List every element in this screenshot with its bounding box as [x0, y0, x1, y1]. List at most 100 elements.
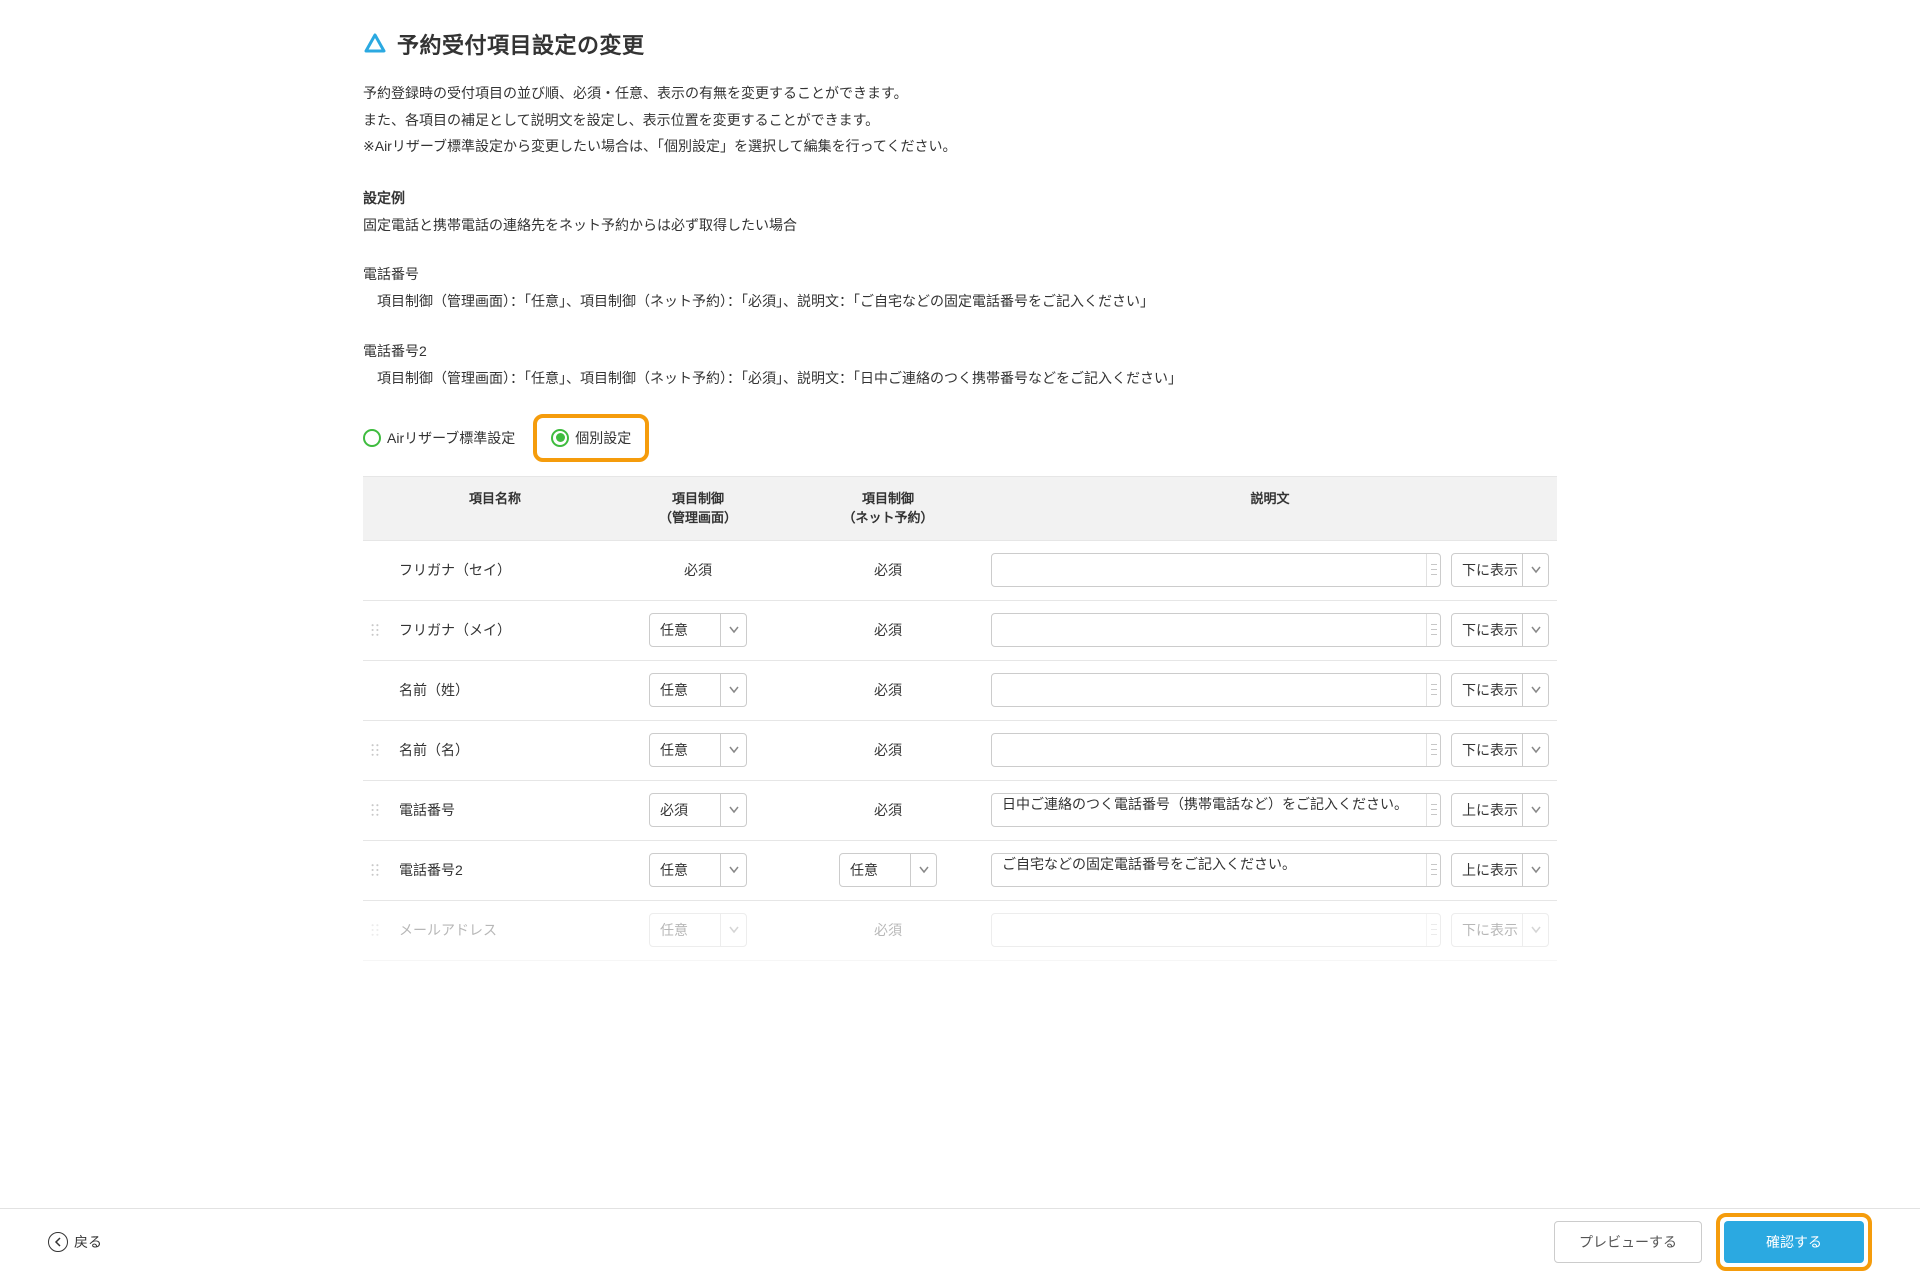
resize-grip-icon[interactable] [1426, 854, 1440, 886]
admin-control: 任意 [603, 613, 793, 647]
field-name: 名前（姓） [387, 680, 603, 700]
chevron-down-icon [910, 854, 936, 886]
drag-handle[interactable] [363, 862, 387, 878]
admin-select[interactable]: 任意 [649, 733, 747, 767]
net-text: 必須 [874, 920, 902, 940]
position-value: 下に表示 [1462, 740, 1518, 760]
drag-handle[interactable] [363, 742, 387, 758]
description-input[interactable] [991, 673, 1441, 707]
description-cell: 下に表示 [983, 613, 1557, 647]
admin-control: 任意 [603, 673, 793, 707]
admin-control: 必須 [603, 793, 793, 827]
admin-select[interactable]: 必須 [649, 793, 747, 827]
chevron-down-icon [1522, 794, 1548, 826]
position-select[interactable]: 上に表示 [1451, 853, 1549, 887]
confirm-button-highlight: 確認する [1716, 1213, 1872, 1271]
table-header: 項目名称 項目制御 （管理画面） 項目制御 （ネット予約） 説明文 [363, 477, 1557, 541]
description-cell: 下に表示 [983, 733, 1557, 767]
description-input[interactable] [991, 913, 1441, 947]
fields-table: 項目名称 項目制御 （管理画面） 項目制御 （ネット予約） 説明文 フリガナ（セ… [363, 476, 1557, 961]
preview-label: プレビューする [1579, 1232, 1677, 1252]
chevron-down-icon [1522, 854, 1548, 886]
description-cell: 下に表示 [983, 913, 1557, 947]
net-text: 必須 [874, 680, 902, 700]
drag-handle[interactable] [363, 622, 387, 638]
description-cell: 下に表示 [983, 553, 1557, 587]
admin-select-value: 必須 [660, 800, 688, 820]
intro-line: ※Airリザーブ標準設定から変更したい場合は、「個別設定」を選択して編集を行って… [363, 133, 1557, 160]
footer-bar: 戻る プレビューする 確認する [0, 1208, 1920, 1274]
admin-select-value: 任意 [660, 740, 688, 760]
back-button[interactable]: 戻る [48, 1232, 102, 1252]
description-input[interactable]: 日中ご連絡のつく電話番号（携帯電話など）をご記入ください。 [991, 793, 1441, 827]
resize-grip-icon[interactable] [1426, 914, 1440, 946]
resize-grip-icon[interactable] [1426, 794, 1440, 826]
field-name: メールアドレス [387, 920, 603, 940]
radio-individual[interactable]: 個別設定 [551, 428, 631, 448]
position-select[interactable]: 下に表示 [1451, 913, 1549, 947]
position-select[interactable]: 下に表示 [1451, 613, 1549, 647]
resize-grip-icon[interactable] [1426, 614, 1440, 646]
resize-grip-icon[interactable] [1426, 674, 1440, 706]
position-value: 上に表示 [1462, 860, 1518, 880]
admin-select[interactable]: 任意 [649, 673, 747, 707]
chevron-down-icon [1522, 554, 1548, 586]
admin-select-value: 任意 [660, 680, 688, 700]
table-row: メールアドレス 任意 必須 下に表示 [363, 901, 1557, 961]
preview-button[interactable]: プレビューする [1554, 1221, 1702, 1263]
drag-handle[interactable] [363, 802, 387, 818]
resize-grip-icon[interactable] [1426, 734, 1440, 766]
admin-control: 任意 [603, 733, 793, 767]
examples-block: 設定例 固定電話と携帯電話の連絡先をネット予約からは必ず取得したい場合 電話番号… [363, 188, 1557, 392]
confirm-button[interactable]: 確認する [1724, 1221, 1864, 1263]
net-control: 必須 [793, 740, 983, 760]
position-select[interactable]: 下に表示 [1451, 673, 1549, 707]
chevron-down-icon [1522, 674, 1548, 706]
th-spacer [363, 477, 387, 540]
radio-standard[interactable]: Airリザーブ標準設定 [363, 428, 515, 448]
description-input[interactable] [991, 733, 1441, 767]
net-control: 必須 [793, 680, 983, 700]
resize-grip-icon[interactable] [1426, 554, 1440, 586]
intro-text: 予約登録時の受付項目の並び順、必須・任意、表示の有無を変更することができます。 … [363, 80, 1557, 160]
chevron-down-icon [720, 914, 746, 946]
chevron-down-icon [720, 794, 746, 826]
table-row: フリガナ（メイ）任意必須下に表示 [363, 601, 1557, 661]
admin-control: 任意 [603, 913, 793, 947]
position-select[interactable]: 下に表示 [1451, 553, 1549, 587]
table-row: フリガナ（セイ） 必須 必須 下に表示 [363, 541, 1557, 601]
admin-select[interactable]: 任意 [649, 853, 747, 887]
table-row: 電話番号2任意任意ご自宅などの固定電話番号をご記入ください。上に表示 [363, 841, 1557, 901]
description-input[interactable] [991, 553, 1441, 587]
position-value: 下に表示 [1462, 920, 1518, 940]
intro-line: また、各項目の補足として説明文を設定し、表示位置を変更することができます。 [363, 107, 1557, 134]
chevron-down-icon [720, 734, 746, 766]
example-item: 電話番号 項目制御（管理画面）：「任意」、項目制御（ネット予約）：「必須」、説明… [363, 264, 1557, 315]
position-select[interactable]: 上に表示 [1451, 793, 1549, 827]
description-input[interactable]: ご自宅などの固定電話番号をご記入ください。 [991, 853, 1441, 887]
description-input[interactable] [991, 613, 1441, 647]
admin-select[interactable]: 任意 [649, 913, 747, 947]
net-control: 任意 [793, 853, 983, 887]
net-select-value: 任意 [850, 860, 878, 880]
field-name: フリガナ（セイ） [387, 560, 603, 580]
position-value: 下に表示 [1462, 680, 1518, 700]
table-row: 名前（名） 任意 必須 下に表示 [363, 721, 1557, 781]
chevron-down-icon [1522, 614, 1548, 646]
admin-select-value: 任意 [660, 860, 688, 880]
confirm-label: 確認する [1766, 1232, 1822, 1252]
net-control: 必須 [793, 920, 983, 940]
net-select[interactable]: 任意 [839, 853, 937, 887]
field-name: 名前（名） [387, 740, 603, 760]
net-control: 必須 [793, 800, 983, 820]
position-select[interactable]: 下に表示 [1451, 733, 1549, 767]
admin-select-value: 任意 [660, 620, 688, 640]
admin-text: 必須 [684, 560, 712, 580]
drag-handle[interactable] [363, 922, 387, 938]
table-row: 名前（姓） 任意 必須 下に表示 [363, 661, 1557, 721]
radio-label: Airリザーブ標準設定 [387, 428, 515, 448]
admin-select[interactable]: 任意 [649, 613, 747, 647]
th-net: 項目制御 （ネット予約） [793, 477, 983, 540]
position-value: 下に表示 [1462, 560, 1518, 580]
net-control: 必須 [793, 560, 983, 580]
